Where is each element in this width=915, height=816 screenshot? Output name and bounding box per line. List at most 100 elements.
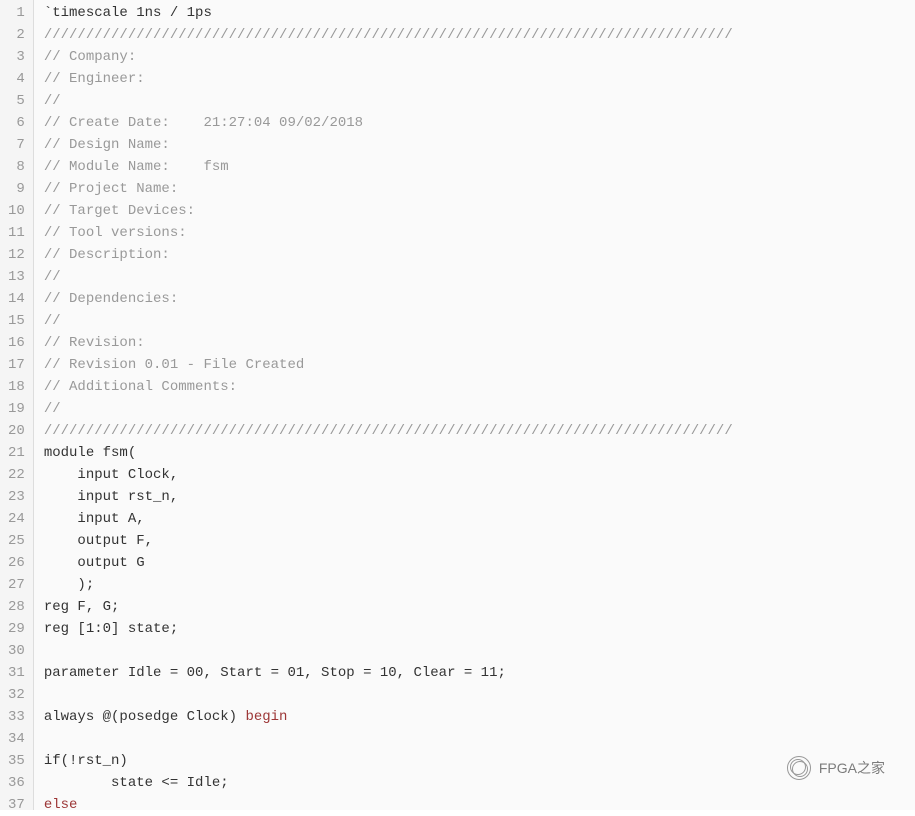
code-token: // Description:	[44, 247, 178, 263]
code-line: module fsm(	[44, 442, 905, 464]
line-number: 1	[8, 2, 25, 24]
code-token: `timescale 1ns / 1ps	[44, 5, 212, 21]
code-line	[44, 728, 905, 750]
code-line: // Dependencies:	[44, 288, 905, 310]
code-token: reg [1:0] state;	[44, 621, 178, 637]
code-line: //	[44, 90, 905, 112]
code-line: if(!rst_n)	[44, 750, 905, 772]
code-token: //	[44, 93, 69, 109]
code-token: output G	[44, 555, 145, 571]
watermark-text: FPGA之家	[819, 758, 885, 778]
code-token: // Engineer:	[44, 71, 153, 87]
code-line: ////////////////////////////////////////…	[44, 24, 905, 46]
code-line	[44, 640, 905, 662]
code-token: reg F, G;	[44, 599, 120, 615]
line-number: 15	[8, 310, 25, 332]
line-number: 4	[8, 68, 25, 90]
line-number: 29	[8, 618, 25, 640]
line-number: 12	[8, 244, 25, 266]
code-line: reg [1:0] state;	[44, 618, 905, 640]
line-number: 22	[8, 464, 25, 486]
line-number: 6	[8, 112, 25, 134]
code-line	[44, 684, 905, 706]
code-token: // Project Name:	[44, 181, 187, 197]
line-number: 19	[8, 398, 25, 420]
code-token: else	[44, 797, 78, 813]
code-token: // Design Name:	[44, 137, 178, 153]
code-line: // Project Name:	[44, 178, 905, 200]
code-token: // Dependencies:	[44, 291, 187, 307]
line-number: 3	[8, 46, 25, 68]
code-line: // Module Name: fsm	[44, 156, 905, 178]
code-token: output F,	[44, 533, 153, 549]
code-editor: 1234567891011121314151617181920212223242…	[0, 0, 915, 810]
code-line: // Engineer:	[44, 68, 905, 90]
line-number-gutter: 1234567891011121314151617181920212223242…	[0, 0, 34, 810]
code-token: parameter Idle = 00, Start = 01, Stop = …	[44, 665, 506, 681]
code-token: state <= Idle;	[44, 775, 229, 791]
code-line: // Target Devices:	[44, 200, 905, 222]
code-line: else	[44, 794, 905, 816]
code-token: // Additional Comments:	[44, 379, 246, 395]
code-line: );	[44, 574, 905, 596]
code-line: `timescale 1ns / 1ps	[44, 2, 905, 24]
code-line: ////////////////////////////////////////…	[44, 420, 905, 442]
line-number: 26	[8, 552, 25, 574]
wechat-icon	[787, 756, 811, 780]
code-line: // Design Name:	[44, 134, 905, 156]
code-line: // Tool versions:	[44, 222, 905, 244]
code-token: // Target Devices:	[44, 203, 204, 219]
code-token: //	[44, 401, 61, 417]
line-number: 20	[8, 420, 25, 442]
code-line: // Company:	[44, 46, 905, 68]
line-number: 33	[8, 706, 25, 728]
code-line: // Additional Comments:	[44, 376, 905, 398]
line-number: 31	[8, 662, 25, 684]
code-line: // Description:	[44, 244, 905, 266]
code-line: // Revision 0.01 - File Created	[44, 354, 905, 376]
line-number: 24	[8, 508, 25, 530]
code-line: // Revision:	[44, 332, 905, 354]
code-line: output F,	[44, 530, 905, 552]
line-number: 27	[8, 574, 25, 596]
code-token: if(!rst_n)	[44, 753, 128, 769]
code-area: `timescale 1ns / 1ps////////////////////…	[34, 0, 915, 810]
code-token: always @(posedge Clock)	[44, 709, 246, 725]
line-number: 16	[8, 332, 25, 354]
line-number: 8	[8, 156, 25, 178]
watermark: FPGA之家	[787, 756, 885, 780]
line-number: 25	[8, 530, 25, 552]
code-token: begin	[245, 709, 287, 725]
code-token: module fsm(	[44, 445, 136, 461]
code-token: );	[44, 577, 94, 593]
code-token: // Module Name: fsm	[44, 159, 237, 175]
code-line: // Create Date: 21:27:04 09/02/2018	[44, 112, 905, 134]
line-number: 17	[8, 354, 25, 376]
code-line: parameter Idle = 00, Start = 01, Stop = …	[44, 662, 905, 684]
line-number: 9	[8, 178, 25, 200]
code-token: // Tool versions:	[44, 225, 195, 241]
code-token: // Company:	[44, 49, 145, 65]
code-line: state <= Idle;	[44, 772, 905, 794]
line-number: 5	[8, 90, 25, 112]
line-number: 11	[8, 222, 25, 244]
code-line: input A,	[44, 508, 905, 530]
line-number: 18	[8, 376, 25, 398]
code-token: ////////////////////////////////////////…	[44, 27, 733, 43]
line-number: 21	[8, 442, 25, 464]
code-line: //	[44, 310, 905, 332]
code-token: // Revision 0.01 - File Created	[44, 357, 304, 373]
code-token: input rst_n,	[44, 489, 178, 505]
code-token: // Revision:	[44, 335, 153, 351]
code-line: input Clock,	[44, 464, 905, 486]
line-number: 23	[8, 486, 25, 508]
line-number: 35	[8, 750, 25, 772]
code-token: // Create Date: 21:27:04 09/02/2018	[44, 115, 372, 131]
line-number: 34	[8, 728, 25, 750]
line-number: 7	[8, 134, 25, 156]
code-line: always @(posedge Clock) begin	[44, 706, 905, 728]
line-number: 13	[8, 266, 25, 288]
line-number: 28	[8, 596, 25, 618]
line-number: 14	[8, 288, 25, 310]
code-token: ////////////////////////////////////////…	[44, 423, 733, 439]
